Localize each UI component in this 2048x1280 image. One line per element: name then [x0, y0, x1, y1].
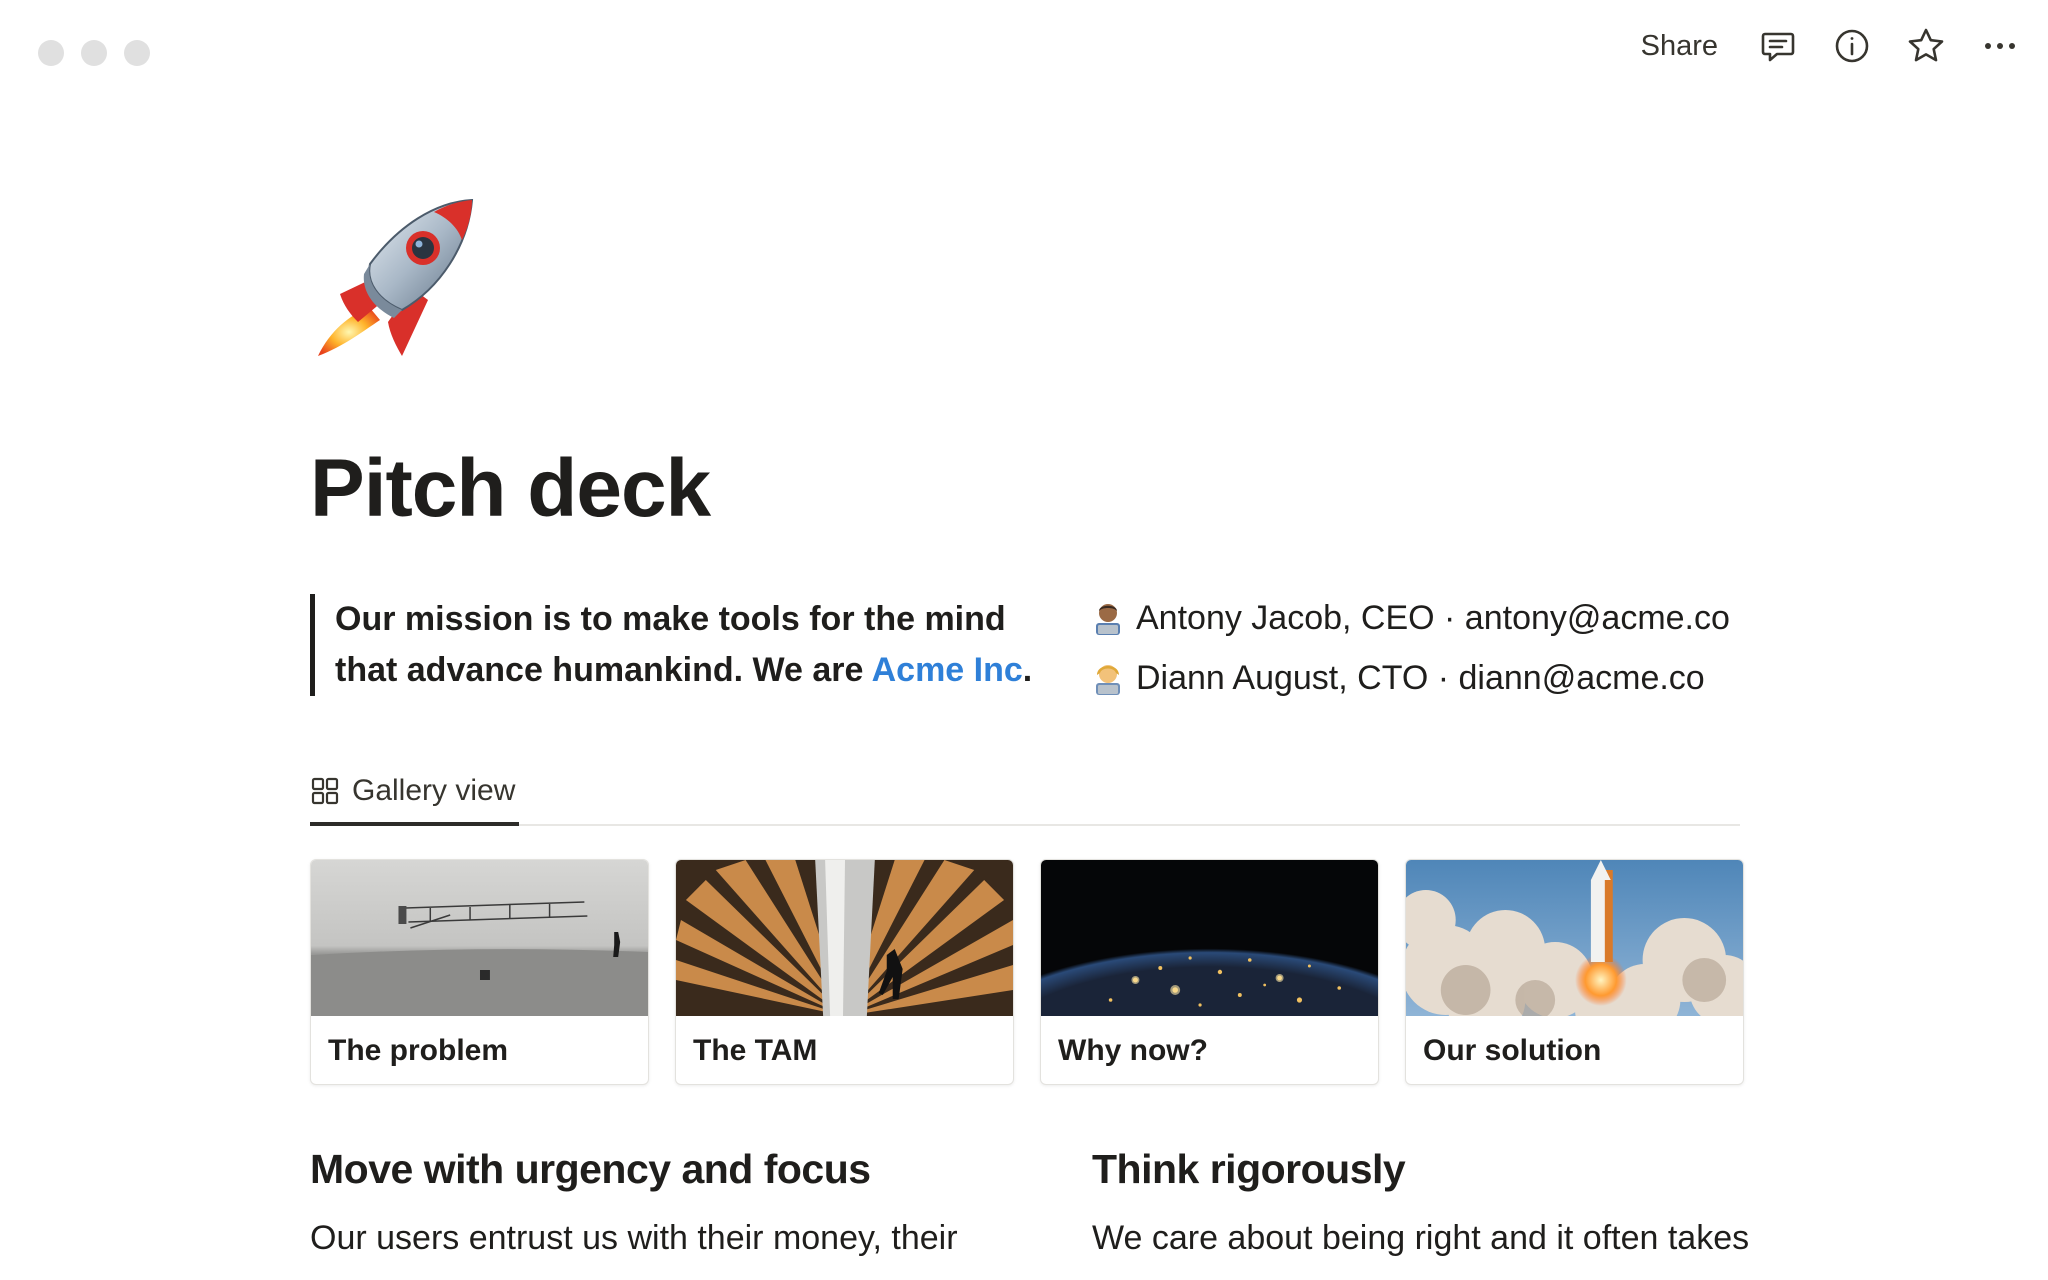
card-title: The TAM: [693, 1034, 818, 1067]
card-title: Why now?: [1058, 1034, 1208, 1067]
airplane-photo: [311, 860, 648, 1016]
gallery: The problem The TAM Why now? Our solutio…: [310, 859, 1744, 1085]
gallery-card-the-tam[interactable]: The TAM: [675, 859, 1014, 1085]
turbine-photo: [676, 860, 1013, 1016]
close-window-button[interactable]: [38, 40, 64, 66]
section-body: Our users entrust us with their money, t…: [310, 1219, 958, 1257]
earth-night-photo: [1041, 860, 1378, 1016]
window-controls: [38, 40, 150, 66]
woman-technologist-avatar: [1096, 665, 1120, 695]
section-heading: Move with urgency and focus: [310, 1146, 871, 1192]
team-list: Antony Jacob, CEO · antony@acme.co Diann…: [1092, 588, 1792, 708]
share-button[interactable]: Share: [1633, 30, 1726, 63]
gallery-card-the-problem[interactable]: The problem: [310, 859, 649, 1085]
comment-icon[interactable]: [1756, 24, 1800, 68]
section-body: We care about being right and it often t…: [1092, 1219, 1750, 1257]
ceo-contact: Antony Jacob, CEO · antony@acme.co: [1136, 599, 1730, 637]
section-urgency: Move with urgency and focus Our users en…: [310, 1146, 1030, 1263]
gallery-card-why-now[interactable]: Why now?: [1040, 859, 1379, 1085]
card-title: Our solution: [1423, 1034, 1602, 1067]
gallery-card-our-solution[interactable]: Our solution: [1405, 859, 1744, 1085]
view-tabs: Gallery view: [310, 760, 1740, 826]
gallery-icon: [311, 777, 339, 805]
maximize-window-button[interactable]: [124, 40, 150, 66]
tab-gallery-view-label: Gallery view: [352, 774, 516, 807]
section-rigor: Think rigorously We care about being rig…: [1092, 1146, 1812, 1263]
person-row-cto: Diann August, CTO · diann@acme.co: [1092, 648, 1792, 708]
star-icon[interactable]: [1904, 24, 1948, 68]
mission-quote: Our mission is to make tools for the min…: [310, 594, 1070, 696]
acme-inc-link[interactable]: Acme Inc: [872, 651, 1023, 689]
rocket-launch-photo: [1406, 860, 1743, 1016]
mission-text: Our mission is to make tools for the min…: [335, 594, 1070, 696]
more-icon[interactable]: [1978, 24, 2022, 68]
info-icon[interactable]: [1830, 24, 1874, 68]
topbar: Share: [1633, 22, 2022, 70]
man-technologist-avatar: [1096, 604, 1120, 635]
page-title[interactable]: Pitch deck: [310, 442, 711, 536]
card-title: The problem: [328, 1034, 509, 1067]
person-row-ceo: Antony Jacob, CEO · antony@acme.co: [1092, 588, 1792, 648]
minimize-window-button[interactable]: [81, 40, 107, 66]
section-heading: Think rigorously: [1092, 1146, 1406, 1192]
rocket-icon[interactable]: [310, 196, 480, 361]
tab-gallery-view[interactable]: Gallery view: [310, 760, 520, 826]
mission-text-suffix: .: [1022, 651, 1033, 689]
cto-contact: Diann August, CTO · diann@acme.co: [1136, 659, 1705, 697]
